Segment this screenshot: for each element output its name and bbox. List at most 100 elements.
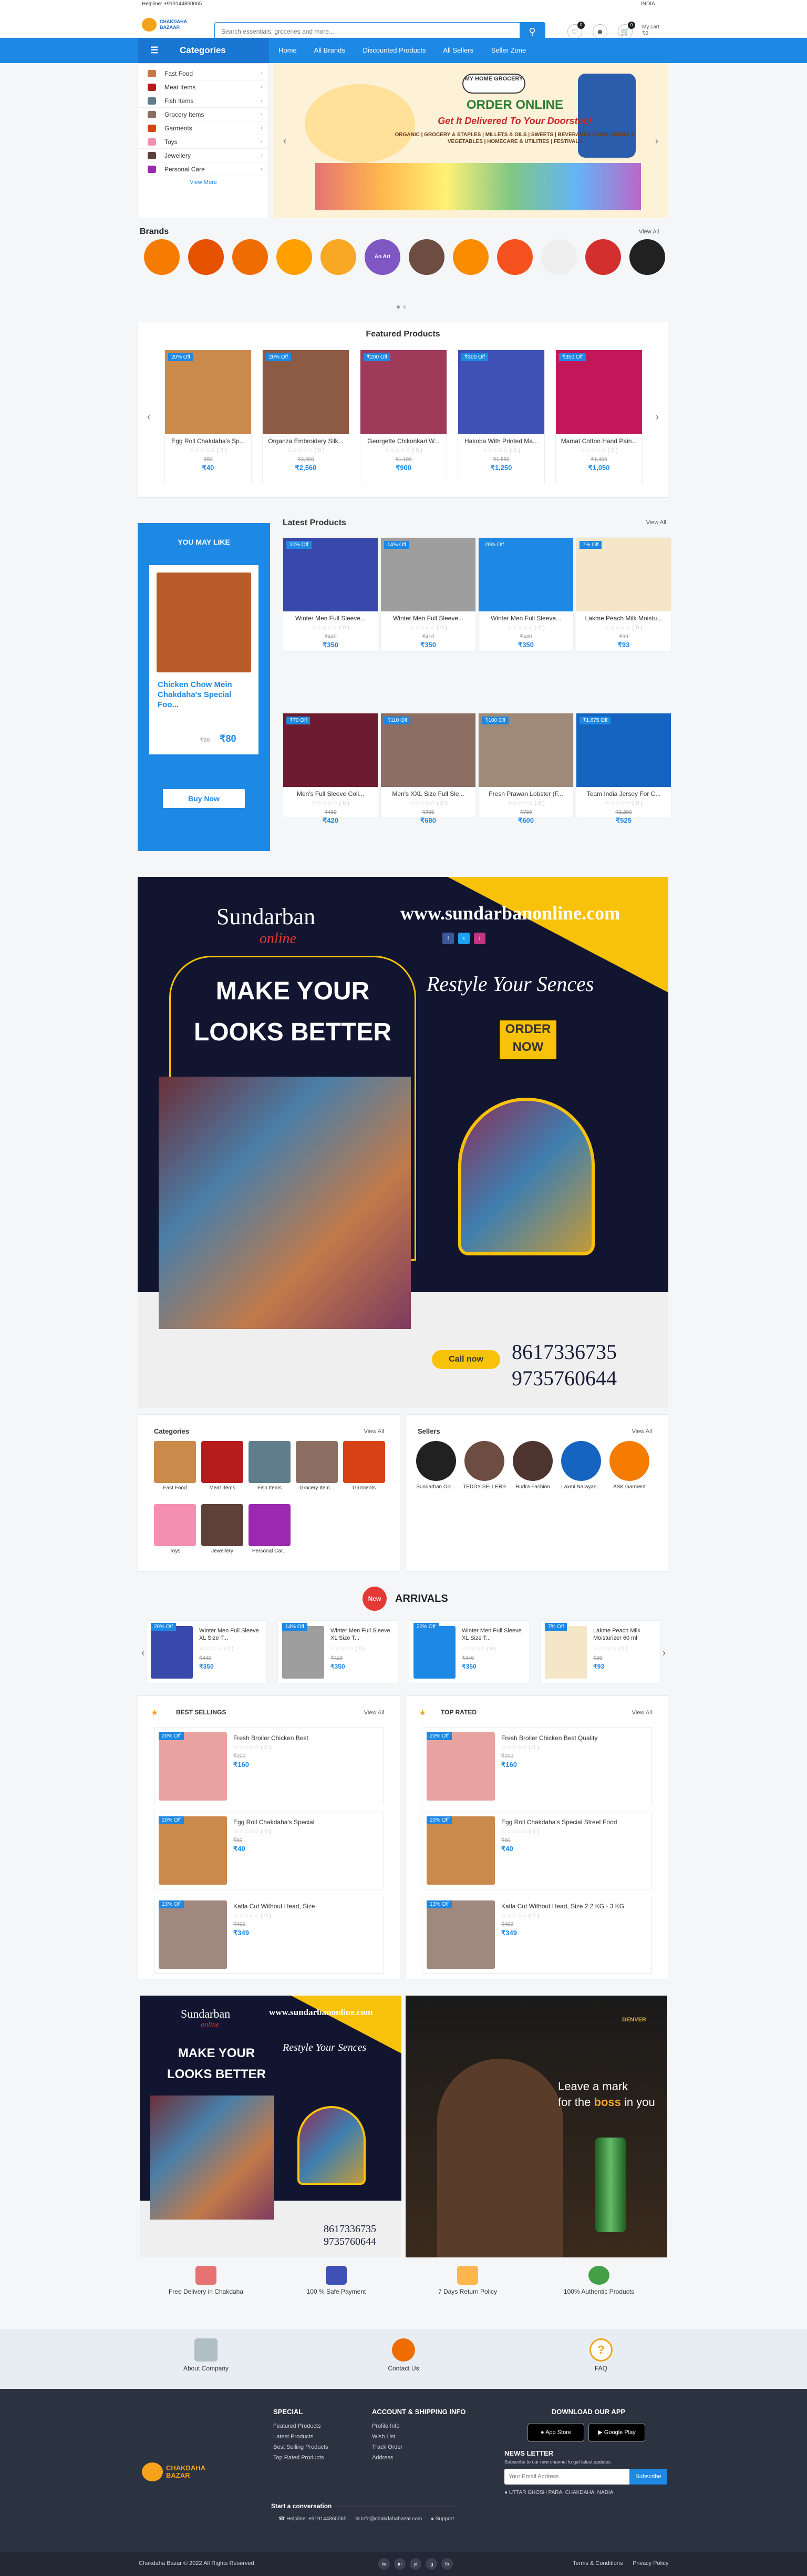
brand-logo[interactable]: An Art bbox=[365, 239, 400, 275]
brand-logo[interactable] bbox=[276, 239, 312, 275]
seller-tile[interactable]: ASK Garment bbox=[607, 1441, 652, 1490]
brand-logo[interactable] bbox=[541, 239, 577, 275]
category-tile[interactable]: Personal Car... bbox=[249, 1504, 291, 1554]
product-card[interactable]: ₹300 Off Hakoba With Printed Ma... ☆☆☆☆☆ (… bbox=[458, 350, 545, 484]
footer-phone[interactable]: Helpline: +919144860065 bbox=[286, 2516, 346, 2522]
footer-link[interactable]: Track Order bbox=[372, 2444, 465, 2450]
arrival-card[interactable]: 14% Off Winter Men Full Sleeve XL Size T.… bbox=[277, 1620, 398, 1683]
arrival-card[interactable]: 20% Off Winter Men Full Sleeve XL Size T.… bbox=[146, 1620, 267, 1683]
product-row[interactable]: 20% Off Egg Roll Chakdaha's Special ☆☆☆☆☆ … bbox=[154, 1812, 384, 1889]
product-card[interactable]: ₹100 Off Fresh Prawan Lobster (F... ☆☆☆☆☆ … bbox=[478, 713, 574, 824]
product-card[interactable]: ₹1,675 Off Team India Jersey For C... ☆☆☆☆… bbox=[576, 713, 671, 824]
footer-support[interactable]: Support bbox=[436, 2516, 454, 2522]
brand-logo[interactable] bbox=[144, 239, 180, 275]
category-tile[interactable]: Grocery Item... bbox=[296, 1441, 338, 1491]
category-tile[interactable]: Fast Food bbox=[154, 1441, 196, 1491]
product-card[interactable]: ₹110 Off Men's XXL Size Full Sle... ☆☆☆☆☆ … bbox=[380, 713, 476, 824]
denver-ad[interactable]: DENVER Leave a mark for the boss in you bbox=[406, 1996, 667, 2257]
category-tile[interactable]: Meat Items bbox=[201, 1441, 243, 1491]
chevron-left-icon[interactable]: ‹ bbox=[143, 412, 154, 422]
faq-link[interactable]: ? FAQ bbox=[564, 2338, 638, 2372]
sidebar-item[interactable]: Grocery Items › bbox=[138, 108, 268, 121]
chevron-right-icon[interactable]: › bbox=[651, 136, 662, 146]
product-card[interactable]: 14% Off Winter Men Full Sleeve... ☆☆☆☆☆ ( … bbox=[380, 537, 476, 652]
footer-link[interactable]: Featured Products bbox=[273, 2423, 328, 2429]
subscribe-button[interactable]: Subscribe bbox=[629, 2469, 667, 2485]
brand-logo[interactable] bbox=[585, 239, 621, 275]
top-rated-view-all[interactable]: View All bbox=[632, 1710, 652, 1716]
google-play-button[interactable]: ▶ Google Play bbox=[588, 2423, 645, 2442]
footer-link[interactable]: Address bbox=[372, 2455, 465, 2461]
nav-link-sellers[interactable]: All Sellers bbox=[443, 46, 473, 54]
product-card[interactable]: 20% Off Winter Men Full Sleeve... ☆☆☆☆☆ ( … bbox=[478, 537, 574, 652]
sundarban-ad-small[interactable]: Sundarban online www.sundarbanonline.com… bbox=[140, 1996, 401, 2257]
category-tile[interactable]: Jewellery bbox=[201, 1504, 243, 1554]
categories-toggle[interactable]: ☰ Categories bbox=[138, 38, 269, 63]
product-card[interactable]: 20% Off Organza Embroidery Silk... ☆☆☆☆☆ (… bbox=[262, 350, 349, 484]
brand-logo[interactable] bbox=[232, 239, 268, 275]
product-row[interactable]: 13% Off Katla Cut Without Head, Size ☆☆☆☆☆… bbox=[154, 1896, 384, 1974]
twitter-icon[interactable]: tw bbox=[378, 2558, 390, 2570]
product-card[interactable]: ₹350 Off Mamat Cotton Hand Pain... ☆☆☆☆☆ (… bbox=[555, 350, 643, 484]
you-may-like-card[interactable]: Chicken Chow Mein Chakdaha's Special Foo… bbox=[149, 565, 258, 754]
sundarban-ad-banner[interactable]: Sundarban online www.sundarbanonline.com… bbox=[138, 877, 668, 1408]
category-tile[interactable]: Toys bbox=[154, 1504, 196, 1554]
chevron-right-icon[interactable]: › bbox=[652, 412, 663, 422]
sidebar-item[interactable]: Jewellery › bbox=[138, 149, 268, 162]
brand-logo[interactable] bbox=[409, 239, 444, 275]
product-card[interactable]: 20% Off Egg Roll Chakdaha's Sp... ☆☆☆☆☆ ( … bbox=[164, 350, 252, 484]
buy-now-button[interactable]: Buy Now bbox=[163, 789, 245, 808]
brand-logo[interactable] bbox=[629, 239, 665, 275]
sellers-view-all[interactable]: View All bbox=[632, 1428, 652, 1435]
seller-tile[interactable]: Rudra Fashion bbox=[510, 1441, 555, 1490]
footer-link[interactable]: Top Rated Products bbox=[273, 2455, 328, 2461]
brand-logo[interactable] bbox=[320, 239, 356, 275]
privacy-link[interactable]: Privacy Policy bbox=[633, 2560, 668, 2567]
nav-link-discounted[interactable]: Discounted Products bbox=[363, 46, 426, 54]
carousel-dot[interactable] bbox=[403, 305, 406, 309]
wishlist-button[interactable]: ♡ 0 bbox=[567, 22, 585, 39]
about-company-link[interactable]: About Company bbox=[169, 2338, 243, 2372]
nav-link-seller-zone[interactable]: Seller Zone bbox=[491, 46, 526, 54]
view-more-link[interactable]: View More bbox=[138, 179, 268, 186]
footer-link[interactable]: Latest Products bbox=[273, 2434, 328, 2440]
category-tile[interactable]: Fish Items bbox=[249, 1441, 291, 1491]
sidebar-item[interactable]: Meat Items › bbox=[138, 80, 268, 94]
product-row[interactable]: 20% Off Fresh Broiler Chicken Best Qualit… bbox=[422, 1727, 652, 1805]
carousel-dot[interactable] bbox=[397, 305, 400, 309]
linkedin-icon[interactable]: in bbox=[394, 2558, 406, 2570]
site-logo[interactable]: CHAKDAHA BAZAAR bbox=[142, 17, 189, 33]
arrival-card[interactable]: 7% Off Lakme Peach Milk Moisturizer 60 ml… bbox=[540, 1620, 661, 1683]
product-row[interactable]: 20% Off Egg Roll Chakdaha's Special Stree… bbox=[422, 1812, 652, 1889]
footer-link[interactable]: Wish List bbox=[372, 2434, 465, 2440]
seller-tile[interactable]: Sundarban Onl... bbox=[413, 1441, 459, 1490]
product-card[interactable]: 7% Off Lakme Peach Milk Moistu... ☆☆☆☆☆ ( … bbox=[576, 537, 671, 652]
footer-link[interactable]: Best Selling Products bbox=[273, 2444, 328, 2450]
sidebar-item[interactable]: Fish Items › bbox=[138, 94, 268, 108]
sidebar-item[interactable]: Personal Care › bbox=[138, 162, 268, 176]
arrival-card[interactable]: 20% Off Winter Men Full Sleeve XL Size T.… bbox=[409, 1620, 530, 1683]
nav-link-home[interactable]: Home bbox=[278, 46, 297, 54]
product-row[interactable]: 13% Off Katla Cut Without Head, Size 2.2 … bbox=[422, 1896, 652, 1974]
hero-banner[interactable]: MY HOME GROCERY ORDER ONLINE Get It Deli… bbox=[273, 63, 668, 218]
categories-view-all[interactable]: View All bbox=[364, 1428, 384, 1435]
brand-logo[interactable] bbox=[497, 239, 533, 275]
seller-tile[interactable]: TEDDY SELLERS bbox=[462, 1441, 507, 1490]
footer-link[interactable]: Profile Info bbox=[372, 2423, 465, 2429]
product-card[interactable]: ₹70 Off Men's Full Sleeve Coll... ☆☆☆☆☆ ( … bbox=[283, 713, 378, 824]
app-store-button[interactable]: ● App Store bbox=[527, 2423, 584, 2442]
product-card[interactable]: ₹200 Off Georgette Chikonkari W... ☆☆☆☆☆ (… bbox=[360, 350, 447, 484]
terms-link[interactable]: Terms & Conditions bbox=[573, 2560, 623, 2567]
cart-summary[interactable]: My cart ₹0 bbox=[642, 24, 659, 37]
sidebar-item[interactable]: Toys › bbox=[138, 135, 268, 149]
facebook-icon[interactable]: fb bbox=[441, 2558, 453, 2570]
instagram-icon[interactable]: ig bbox=[426, 2558, 437, 2570]
youtube-icon[interactable]: yt bbox=[410, 2558, 421, 2570]
contact-us-link[interactable]: Contact Us bbox=[367, 2338, 440, 2372]
product-card[interactable]: 20% Off Winter Men Full Sleeve... ☆☆☆☆☆ ( … bbox=[283, 537, 378, 652]
brand-logo[interactable] bbox=[453, 239, 489, 275]
category-tile[interactable]: Garments bbox=[343, 1441, 385, 1491]
brand-logo[interactable] bbox=[188, 239, 224, 275]
nav-link-brands[interactable]: All Brands bbox=[314, 46, 345, 54]
latest-view-all[interactable]: View All bbox=[646, 519, 666, 526]
